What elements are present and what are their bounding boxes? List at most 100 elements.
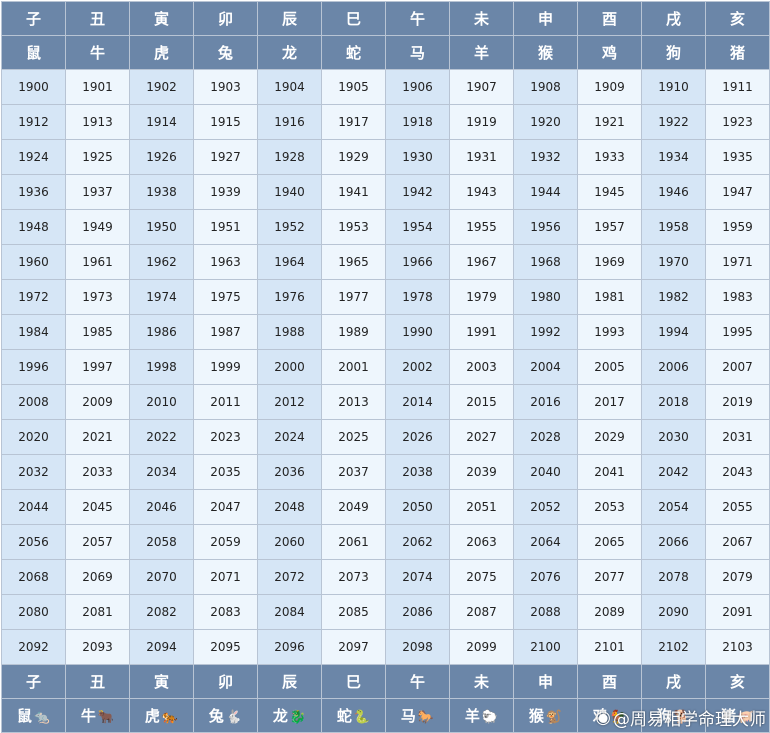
animal-icon: 🐖	[737, 710, 755, 725]
year-cell: 2012	[257, 384, 322, 420]
year-cell: 2028	[513, 419, 578, 455]
year-cell: 1969	[577, 244, 642, 280]
animal-cell: 龙 🐉	[257, 698, 322, 733]
year-cell: 2060	[257, 524, 322, 560]
year-cell: 2045	[65, 489, 130, 525]
year-cell: 2072	[257, 559, 322, 595]
year-cell: 1924	[1, 139, 66, 175]
year-cell: 2033	[65, 454, 130, 490]
animal-icon: 🐑	[481, 710, 499, 725]
animal-cell: 兔 🐇	[193, 698, 258, 733]
year-cell: 2066	[641, 524, 706, 560]
year-cell: 2064	[513, 524, 578, 560]
year-cell: 2015	[449, 384, 514, 420]
animal-label: 狗	[656, 707, 672, 725]
year-cell: 1968	[513, 244, 578, 280]
year-cell: 1902	[129, 69, 194, 105]
year-cell: 1952	[257, 209, 322, 245]
year-cell: 1926	[129, 139, 194, 175]
animal-cell: 猴	[513, 35, 578, 70]
year-cell: 1955	[449, 209, 514, 245]
year-cell: 1970	[641, 244, 706, 280]
animal-icon: 🐅	[161, 710, 179, 725]
year-cell: 1944	[513, 174, 578, 210]
zodiac-year-table: 子丑寅卯辰巳午未申酉戌亥鼠牛虎兔龙蛇马羊猴鸡狗猪 1900 1901 1902 1903…	[1, 1, 770, 733]
year-cell: 2029	[577, 419, 642, 455]
branch-cell: 子	[1, 1, 66, 36]
year-cell: 2059	[193, 524, 258, 560]
year-cell: 1911	[705, 69, 770, 105]
year-cell: 1973	[65, 279, 130, 315]
year-cell: 1978	[385, 279, 450, 315]
animal-cell: 鸡	[577, 35, 642, 70]
year-cell: 2000	[257, 349, 322, 385]
year-cell: 2101	[577, 629, 642, 665]
year-cell: 1928	[257, 139, 322, 175]
year-cell: 1956	[513, 209, 578, 245]
year-cell: 2081	[65, 594, 130, 630]
year-row: 2008 2009 2010 2011 2012 2013 2014 2015 2016 2017…	[1, 384, 770, 420]
year-cell: 1947	[705, 174, 770, 210]
year-cell: 2051	[449, 489, 514, 525]
year-cell: 1949	[65, 209, 130, 245]
year-cell: 2092	[1, 629, 66, 665]
year-cell: 1992	[513, 314, 578, 350]
year-cell: 1906	[385, 69, 450, 105]
year-cell: 2037	[321, 454, 386, 490]
year-cell: 1962	[129, 244, 194, 280]
year-cell: 2010	[129, 384, 194, 420]
animal-icon: 🐀	[33, 710, 51, 725]
year-cell: 2040	[513, 454, 578, 490]
year-cell: 1971	[705, 244, 770, 280]
year-cell: 2016	[513, 384, 578, 420]
year-cell: 2013	[321, 384, 386, 420]
branch-cell: 申	[513, 664, 578, 699]
year-cell: 1982	[641, 279, 706, 315]
animal-label: 牛	[80, 707, 96, 725]
year-cell: 2094	[129, 629, 194, 665]
animal-cell: 蛇 🐍	[321, 698, 386, 733]
year-cell: 2004	[513, 349, 578, 385]
branch-cell: 巳	[321, 1, 386, 36]
year-cell: 2008	[1, 384, 66, 420]
year-cell: 2048	[257, 489, 322, 525]
animal-cell: 牛	[65, 35, 130, 70]
year-cell: 2074	[385, 559, 450, 595]
animal-icon: 🐕	[673, 710, 691, 725]
year-cell: 2061	[321, 524, 386, 560]
year-cell: 2067	[705, 524, 770, 560]
year-cell: 2084	[257, 594, 322, 630]
year-cell: 1987	[193, 314, 258, 350]
animal-label: 虎	[144, 707, 160, 725]
year-cell: 2087	[449, 594, 514, 630]
year-cell: 1999	[193, 349, 258, 385]
branch-cell: 丑	[65, 1, 130, 36]
year-cell: 1933	[577, 139, 642, 175]
year-cell: 2034	[129, 454, 194, 490]
year-cell: 2091	[705, 594, 770, 630]
year-cell: 1966	[385, 244, 450, 280]
animal-label: 猪	[720, 707, 736, 725]
year-cell: 1910	[641, 69, 706, 105]
year-cell: 1996	[1, 349, 66, 385]
year-cell: 1965	[321, 244, 386, 280]
year-cell: 1940	[257, 174, 322, 210]
year-cell: 2088	[513, 594, 578, 630]
year-cell: 2023	[193, 419, 258, 455]
year-cell: 1920	[513, 104, 578, 140]
year-row: 2032 2033 2034 2035 2036 2037 2038 2039 2040 2041…	[1, 454, 770, 490]
year-cell: 1922	[641, 104, 706, 140]
year-cell: 1937	[65, 174, 130, 210]
year-cell: 1930	[385, 139, 450, 175]
animal-cell: 龙	[257, 35, 322, 70]
branch-cell: 子	[1, 664, 66, 699]
branch-cell: 午	[385, 664, 450, 699]
animal-label: 鼠	[16, 707, 32, 725]
year-cell: 2027	[449, 419, 514, 455]
year-cell: 1977	[321, 279, 386, 315]
year-row: 1972 1973 1974 1975 1976 1977 1978 1979 1980 1981…	[1, 279, 770, 315]
year-cell: 2062	[385, 524, 450, 560]
year-cell: 2085	[321, 594, 386, 630]
branch-cell: 亥	[705, 664, 770, 699]
year-cell: 2103	[705, 629, 770, 665]
